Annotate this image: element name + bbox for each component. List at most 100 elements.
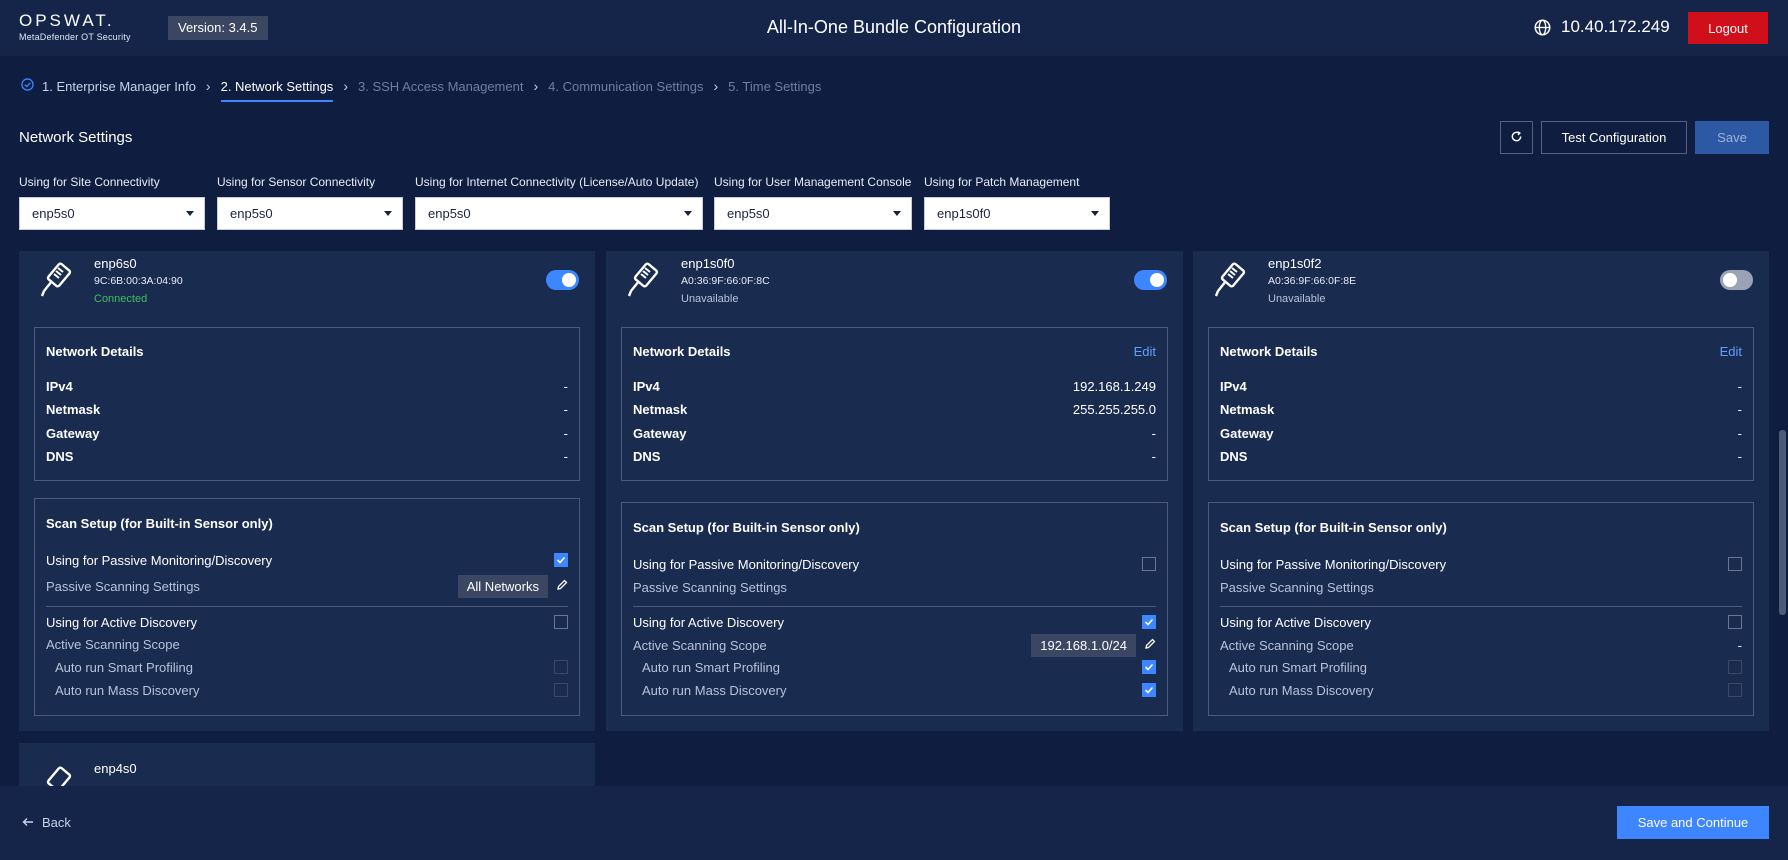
nic-status: Unavailable xyxy=(1268,293,1326,305)
chevron-right-icon: › xyxy=(343,78,348,94)
scan-setup-title: Scan Setup (for Built-in Sensor only) xyxy=(46,516,273,531)
select-value: enp5s0 xyxy=(32,206,75,221)
save-button[interactable]: Save xyxy=(1695,121,1769,154)
step-label: 3. SSH Access Management xyxy=(357,78,524,94)
network-details-panel: Network Details Edit IPv4 - Netmask - Gate… xyxy=(1208,327,1754,481)
smart-profiling-checkbox[interactable] xyxy=(1142,660,1156,674)
nic-card-enp1s0f2: enp1s0f2 A0:36:9F:66:0F:8E Unavailable N… xyxy=(1193,251,1769,731)
passive-settings-row: Passive Scanning Settings xyxy=(633,578,1156,596)
internet-connectivity-select[interactable]: enp5s0 xyxy=(415,197,703,230)
step-label: 1. Enterprise Manager Info xyxy=(42,78,196,94)
dropdown-label: Using for Sensor Connectivity xyxy=(217,175,376,189)
toggle-knob xyxy=(1723,273,1737,287)
site-connectivity-select[interactable]: enp5s0 xyxy=(19,197,205,230)
active-scope-value: 192.168.1.0/24 xyxy=(1031,633,1156,657)
nic-name: enp4s0 xyxy=(94,761,137,776)
pencil-icon[interactable] xyxy=(556,579,568,594)
dns-value: - xyxy=(1737,449,1742,464)
nic-mac-address: 9C:6B:00:3A:04:90 xyxy=(94,275,183,287)
mass-discovery-checkbox[interactable] xyxy=(1142,683,1156,697)
check-circle-icon xyxy=(21,78,34,94)
active-discovery-checkbox[interactable] xyxy=(1142,615,1156,629)
mass-discovery-checkbox[interactable] xyxy=(554,683,568,697)
test-configuration-button[interactable]: Test Configuration xyxy=(1541,121,1687,154)
toggle-knob xyxy=(562,273,576,287)
internet-connectivity-group: Using for Internet Connectivity (License… xyxy=(415,175,703,230)
step-network-settings[interactable]: 2. Network Settings xyxy=(220,79,333,102)
chevron-right-icon: › xyxy=(205,78,211,94)
dropdown-label: Using for User Management Console xyxy=(714,175,912,189)
page-title: All-In-One Bundle Configuration xyxy=(766,17,1022,37)
nic-enable-toggle[interactable] xyxy=(1720,270,1753,290)
dns-label: DNS xyxy=(1220,449,1248,464)
back-label: Back xyxy=(42,815,71,830)
select-value: enp1s0f0 xyxy=(937,206,991,221)
active-discovery-row: Using for Active Discovery xyxy=(1220,613,1742,631)
gateway-label: Gateway xyxy=(633,426,687,441)
network-details-title: Network Details xyxy=(1220,344,1318,359)
user-management-console-select[interactable]: enp5s0 xyxy=(714,197,912,230)
nic-enable-toggle[interactable] xyxy=(1134,270,1167,290)
back-button[interactable]: Back xyxy=(22,815,71,830)
ip-address: 10.40.172.249 xyxy=(1561,17,1670,36)
smart-profiling-checkbox[interactable] xyxy=(1728,660,1742,674)
active-scope-label: Active Scanning Scope xyxy=(633,637,767,653)
mass-discovery-checkbox[interactable] xyxy=(1728,683,1742,697)
logo-wordmark: OPSWAT. xyxy=(19,11,115,30)
active-scope-row: Active Scanning Scope xyxy=(46,635,568,653)
passive-monitoring-checkbox[interactable] xyxy=(1728,557,1742,571)
logout-button[interactable]: Logout xyxy=(1688,12,1768,44)
top-bar: OPSWAT. MetaDefender OT Security Version… xyxy=(0,0,1788,56)
divider xyxy=(633,606,1156,607)
scrollbar-thumb[interactable] xyxy=(1779,430,1786,615)
refresh-button[interactable] xyxy=(1500,121,1533,154)
passive-monitoring-label: Using for Passive Monitoring/Discovery xyxy=(46,552,273,568)
smart-profiling-row: Auto run Smart Profiling xyxy=(642,658,1156,676)
dns-label: DNS xyxy=(46,449,74,464)
network-details-title: Network Details xyxy=(46,344,144,359)
active-discovery-checkbox[interactable] xyxy=(1728,615,1742,629)
patch-management-select[interactable]: enp1s0f0 xyxy=(924,197,1110,230)
active-scope-value: - xyxy=(1737,637,1742,653)
step-time-settings[interactable]: 5. Time Settings xyxy=(728,79,821,102)
ipv4-row: IPv4 - xyxy=(46,379,568,394)
passive-monitoring-checkbox[interactable] xyxy=(554,553,568,567)
step-communication-settings[interactable]: 4. Communication Settings xyxy=(548,79,703,102)
step-enterprise-manager-info[interactable]: 1. Enterprise Manager Info xyxy=(21,78,196,102)
ethernet-cable-icon xyxy=(626,261,662,302)
scan-setup-panel: Scan Setup (for Built-in Sensor only) Us… xyxy=(621,502,1168,716)
footer-bar: Back Save and Continue xyxy=(0,786,1788,860)
edit-network-details-link[interactable]: Edit xyxy=(1720,344,1742,359)
passive-monitoring-row: Using for Passive Monitoring/Discovery xyxy=(46,551,568,569)
passive-monitoring-row: Using for Passive Monitoring/Discovery xyxy=(1220,555,1742,573)
save-and-continue-button[interactable]: Save and Continue xyxy=(1617,806,1769,839)
ipv4-value: - xyxy=(1737,379,1742,394)
nic-mac-address: A0:36:9F:66:0F:8C xyxy=(681,275,770,287)
gateway-row: Gateway - xyxy=(1220,426,1742,441)
passive-monitoring-label: Using for Passive Monitoring/Discovery xyxy=(633,556,860,572)
patch-management-group: Using for Patch Management enp1s0f0 xyxy=(924,175,1110,230)
nic-mac-address: A0:36:9F:66:0F:8E xyxy=(1268,275,1357,287)
gateway-label: Gateway xyxy=(46,426,100,441)
smart-profiling-checkbox[interactable] xyxy=(554,660,568,674)
pencil-icon[interactable] xyxy=(1144,638,1156,653)
network-details-panel: Network Details Edit IPv4 192.168.1.249 N… xyxy=(621,327,1168,481)
dns-row: DNS - xyxy=(633,449,1156,464)
active-discovery-checkbox[interactable] xyxy=(554,615,568,629)
mass-discovery-label: Auto run Mass Discovery xyxy=(55,682,200,698)
netmask-label: Netmask xyxy=(46,402,101,417)
scan-setup-panel: Scan Setup (for Built-in Sensor only) Us… xyxy=(34,498,580,716)
netmask-label: Netmask xyxy=(633,402,688,417)
nic-enable-toggle[interactable] xyxy=(546,270,579,290)
caret-down-icon xyxy=(186,211,194,216)
active-scope-label: Active Scanning Scope xyxy=(46,636,180,652)
nic-status: Unavailable xyxy=(681,293,739,305)
active-discovery-label: Using for Active Discovery xyxy=(1220,614,1371,630)
step-ssh-access-management[interactable]: 3. SSH Access Management xyxy=(358,79,523,102)
passive-monitoring-checkbox[interactable] xyxy=(1142,557,1156,571)
edit-network-details-link[interactable]: Edit xyxy=(1134,344,1156,359)
passive-settings-label: Passive Scanning Settings xyxy=(1220,579,1374,595)
netmask-value: - xyxy=(1737,402,1742,417)
sensor-connectivity-select[interactable]: enp5s0 xyxy=(217,197,403,230)
scrollbar-track[interactable] xyxy=(1775,56,1788,786)
